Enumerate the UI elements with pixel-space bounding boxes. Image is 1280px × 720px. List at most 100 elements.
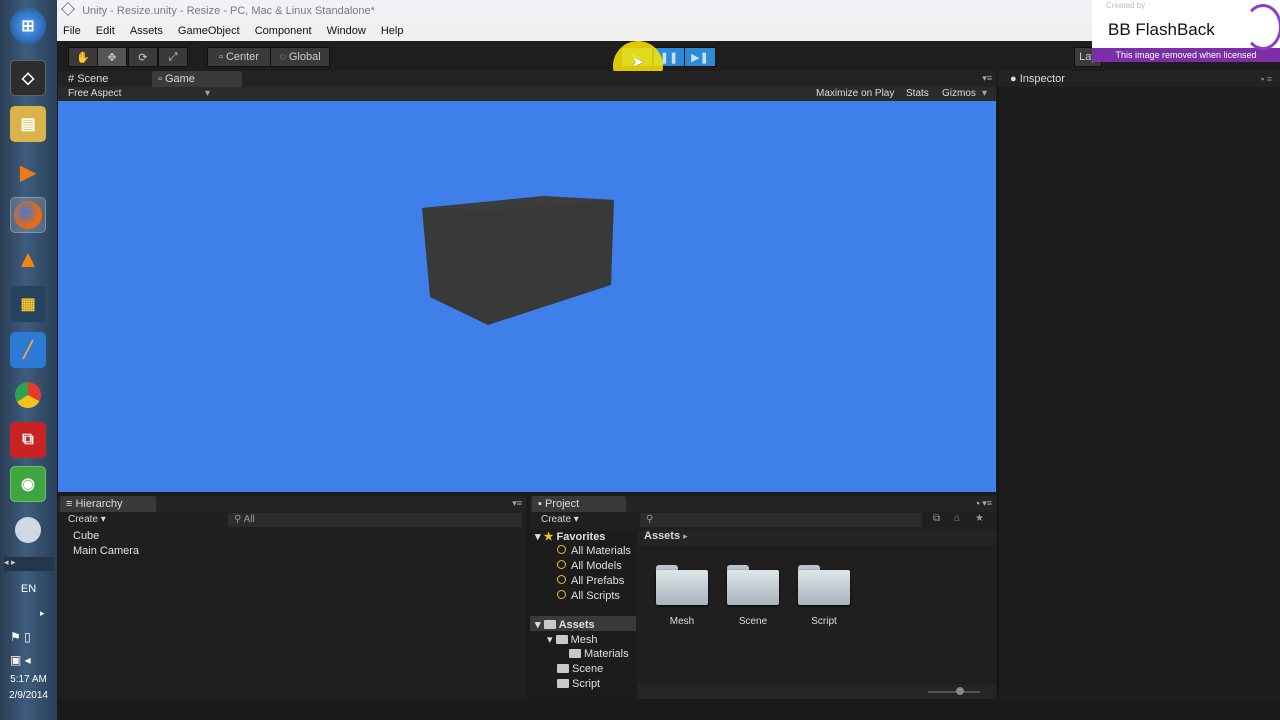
maximize-on-play-toggle[interactable]: Maximize on Play <box>816 87 894 101</box>
globe-app-icon[interactable]: ◉ <box>10 466 46 502</box>
hierarchy-search-placeholder: All <box>243 514 255 525</box>
menu-help[interactable]: Help <box>375 22 410 40</box>
folder-tab-icon: ▪ <box>538 498 542 510</box>
gizmos-chevron-icon[interactable]: ▾ <box>982 87 987 101</box>
game-view[interactable] <box>58 101 996 492</box>
aspect-chevron-icon[interactable]: ▾ <box>205 87 210 101</box>
feather-app-icon[interactable]: ╱ <box>10 332 46 368</box>
menu-file[interactable]: File <box>57 22 87 40</box>
view-tabstrip: # Scene ▫ Game ▾≡ <box>58 71 996 87</box>
tray-expand-icon[interactable]: ▸ <box>40 608 45 619</box>
step-icon: ▶❚ <box>691 51 709 64</box>
assets-tree-label: Assets <box>558 619 595 631</box>
panel-menu-icon[interactable]: ▾≡ <box>982 73 992 84</box>
favorite-star-icon[interactable]: ★ <box>975 513 984 524</box>
folder-scene-label[interactable]: Scene <box>723 616 783 627</box>
hierarchy-create-dropdown[interactable]: Create ▾ <box>68 514 106 525</box>
aspect-dropdown[interactable]: Free Aspect <box>68 87 121 101</box>
assets-tree-root[interactable]: ▾ Assets <box>535 618 595 631</box>
tree-folder-scene[interactable]: Scene <box>557 663 603 675</box>
hierarchy-search-input[interactable]: ⚲ All <box>228 513 522 527</box>
favorite-all-models[interactable]: All Models <box>557 560 622 572</box>
tree-folder-materials[interactable]: Materials <box>569 648 629 660</box>
start-button-icon[interactable]: ⊞ <box>10 8 46 44</box>
saved-search-icon <box>557 545 566 554</box>
move-tool-icon[interactable]: ✥ <box>97 47 127 67</box>
hierarchy-item-main-camera[interactable]: Main Camera <box>73 545 139 557</box>
breadcrumb-assets[interactable]: Assets <box>644 530 680 542</box>
folder-mesh-label[interactable]: Mesh <box>652 616 712 627</box>
menu-component[interactable]: Component <box>249 22 318 40</box>
tab-game[interactable]: ▫ Game <box>152 71 242 87</box>
icon-size-slider-thumb[interactable] <box>956 687 964 695</box>
tree-folder-label: Script <box>572 678 601 690</box>
favorite-all-scripts[interactable]: All Scripts <box>557 590 620 602</box>
icon-size-slider[interactable] <box>928 691 980 693</box>
media-player-icon[interactable]: ▶ <box>10 154 46 190</box>
hierarchy-menu-icon[interactable]: ▾≡ <box>512 498 522 509</box>
tree-folder-script[interactable]: Script <box>557 678 600 690</box>
folder-mesh-icon[interactable] <box>656 565 708 605</box>
favorite-label: All Materials <box>571 545 631 557</box>
tree-folder-label: Materials <box>584 648 629 660</box>
rotate-tool-icon[interactable]: ⟳ <box>128 47 158 67</box>
favorite-all-materials[interactable]: All Materials <box>557 545 631 557</box>
flashback-logo-icon <box>1244 4 1280 50</box>
hand-tool-icon[interactable]: ✋ <box>68 47 98 67</box>
scale-tool-icon[interactable]: ⤢ <box>158 47 188 67</box>
project-footer <box>638 684 996 699</box>
folder-script-label[interactable]: Script <box>794 616 854 627</box>
firefox-icon[interactable] <box>10 197 46 233</box>
project-search-input[interactable]: ⚲ <box>640 513 922 527</box>
tab-scene[interactable]: # Scene <box>62 71 148 87</box>
menu-gameobject[interactable]: GameObject <box>172 22 246 40</box>
clock-time[interactable]: 5:17 AM <box>0 674 57 685</box>
globe-icon: ◌ <box>279 51 286 63</box>
lock-icon[interactable]: ▪ ≡ <box>1261 74 1272 84</box>
favorite-all-prefabs[interactable]: All Prefabs <box>557 575 624 587</box>
tab-scene-label: Scene <box>77 73 109 85</box>
project-create-dropdown[interactable]: Create ▾ <box>541 514 579 525</box>
favorites-header[interactable]: ▾ ★ Favorites <box>535 530 605 543</box>
menu-window[interactable]: Window <box>321 22 372 40</box>
saved-search-icon <box>557 560 566 569</box>
folder-scene-icon[interactable] <box>727 565 779 605</box>
tab-game-label: Game <box>164 73 195 85</box>
menu-assets[interactable]: Assets <box>124 22 169 40</box>
movie-maker-icon[interactable]: ▦ <box>10 286 46 322</box>
remote-app-icon[interactable]: ⧉ <box>10 422 46 458</box>
clock-date[interactable]: 2/9/2014 <box>0 690 57 701</box>
folder-script-icon[interactable] <box>798 565 850 605</box>
pivot-icon: ▫ <box>219 51 223 63</box>
taskbar-scroll[interactable]: ◂ ▸ <box>4 557 54 571</box>
language-indicator[interactable]: EN <box>0 583 57 595</box>
network-app-icon[interactable] <box>10 512 46 548</box>
tree-folder-mesh[interactable]: ▾ Mesh <box>547 633 597 646</box>
volume-icon[interactable]: ▣ ◂ <box>10 653 31 667</box>
unity-icon[interactable]: ◇ <box>10 60 46 96</box>
hierarchy-item-cube[interactable]: Cube <box>73 530 99 542</box>
tab-hierarchy[interactable]: ≡ Hierarchy <box>60 496 156 512</box>
stats-toggle[interactable]: Stats <box>906 87 929 101</box>
tab-inspector[interactable]: ● Inspector <box>1004 71 1100 87</box>
star-icon: ★ <box>543 531 554 543</box>
game-icon: ▫ <box>158 73 162 85</box>
vlc-icon[interactable]: ▲ <box>10 242 46 278</box>
list-icon: ≡ <box>66 498 73 510</box>
project-menu-icon[interactable]: ▪ ▾≡ <box>977 498 992 509</box>
pivot-global-toggle[interactable]: ◌ Global <box>270 47 330 67</box>
tree-folder-label: Scene <box>572 663 604 675</box>
menu-edit[interactable]: Edit <box>90 22 121 40</box>
gizmos-toggle[interactable]: Gizmos <box>942 87 976 101</box>
pivot-center-toggle[interactable]: ▫ Center <box>207 47 271 67</box>
folder-icon <box>543 620 556 629</box>
filter-label-icon[interactable]: ⌂ <box>954 513 960 524</box>
step-button[interactable]: ▶❚ <box>684 47 716 67</box>
chrome-icon[interactable] <box>10 377 46 413</box>
filter-type-icon[interactable]: ⧉ <box>933 513 940 524</box>
tab-project[interactable]: ▪ Project <box>532 496 626 512</box>
watermark-title: BB FlashBack <box>1108 20 1215 39</box>
file-explorer-icon[interactable]: ▤ <box>10 106 46 142</box>
cube-mesh <box>422 196 614 325</box>
flag-icon[interactable]: ⚑ ▯ <box>10 630 31 644</box>
